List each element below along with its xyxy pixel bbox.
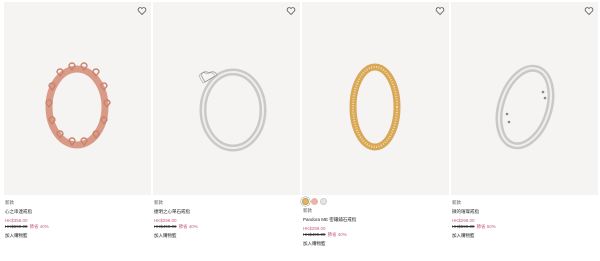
original-price: HK$599.00 xyxy=(452,224,475,229)
product-card[interactable]: 新款 微的璀璨戒指 HK$299.00 HK$599.00 節省 50% 加入購物… xyxy=(451,0,598,261)
product-image[interactable] xyxy=(302,2,449,195)
ring-image xyxy=(349,63,401,151)
price-row: HK$599.00 節省 50% xyxy=(452,224,496,230)
add-to-cart-link[interactable]: 加入購物籃 xyxy=(303,241,356,247)
add-to-cart-link[interactable]: 加入購物籃 xyxy=(452,233,496,239)
original-price: HK$599.00 xyxy=(5,224,28,229)
heart-icon[interactable] xyxy=(435,6,445,16)
original-price: HK$499.00 xyxy=(303,232,326,237)
ring-image xyxy=(198,68,267,152)
original-price: HK$499.00 xyxy=(154,224,177,229)
swatch-rose-gold[interactable] xyxy=(311,198,318,205)
product-grid: 新款 心之串連戒指 HK$359.00 HK$599.00 節省 40% 加入購物… xyxy=(0,0,600,261)
discount-label: 節省 50% xyxy=(476,224,496,229)
product-card[interactable]: 新款 Pandora ME 密鑲鋪石戒指 HK$299.00 HK$499.00… xyxy=(302,0,449,261)
heart-icon[interactable] xyxy=(137,6,147,16)
heart-icon[interactable] xyxy=(286,6,296,16)
product-image[interactable] xyxy=(4,2,151,195)
swatch-silver[interactable] xyxy=(320,198,327,205)
product-meta: 新款 捷明之心單石戒指 HK$299.00 HK$499.00 節省 40% 加入… xyxy=(154,200,198,239)
add-to-cart-link[interactable]: 加入購物籃 xyxy=(5,233,49,239)
swatch-gold[interactable] xyxy=(302,198,309,205)
color-swatches xyxy=(302,198,327,205)
discount-label: 節省 40% xyxy=(29,224,49,229)
product-name[interactable]: Pandora ME 密鑲鋪石戒指 xyxy=(303,217,356,223)
product-meta: 新款 心之串連戒指 HK$359.00 HK$599.00 節省 40% 加入購物… xyxy=(5,200,49,239)
add-to-cart-link[interactable]: 加入購物籃 xyxy=(154,233,198,239)
ring-image xyxy=(495,64,555,150)
product-image[interactable] xyxy=(153,2,300,195)
product-image[interactable] xyxy=(451,2,598,195)
product-card[interactable]: 新款 捷明之心單石戒指 HK$299.00 HK$499.00 節省 40% 加入… xyxy=(153,0,300,261)
product-card[interactable]: 新款 心之串連戒指 HK$359.00 HK$599.00 節省 40% 加入購物… xyxy=(4,0,151,261)
discount-label: 節省 40% xyxy=(327,232,347,237)
discount-label: 節省 40% xyxy=(178,224,198,229)
ring-image xyxy=(45,62,111,149)
price-row: HK$599.00 節省 40% xyxy=(5,224,49,230)
product-meta: 新款 微的璀璨戒指 HK$299.00 HK$599.00 節省 50% 加入購物… xyxy=(452,200,496,239)
heart-icon[interactable] xyxy=(584,6,594,16)
price-row: HK$499.00 節省 40% xyxy=(154,224,198,230)
product-meta: 新款 Pandora ME 密鑲鋪石戒指 HK$299.00 HK$499.00… xyxy=(303,208,356,247)
